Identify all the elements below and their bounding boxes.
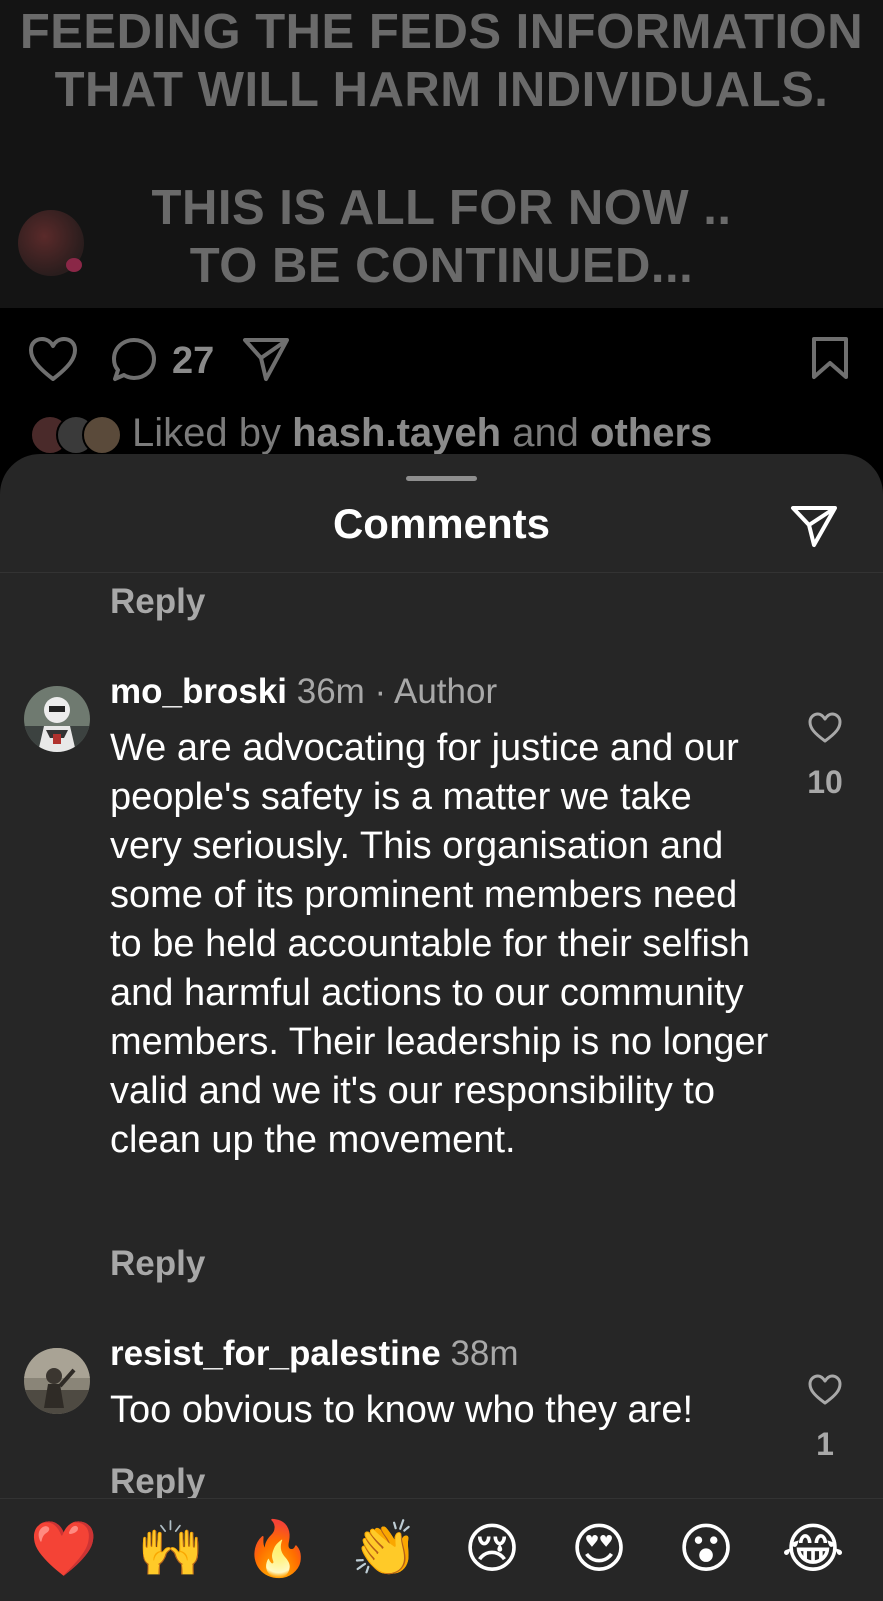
sheet-divider <box>0 572 883 573</box>
emoji-surprised-button[interactable]: 😮 <box>671 1517 741 1581</box>
sheet-grabber-handle[interactable] <box>406 476 477 481</box>
bookmark-icon[interactable] <box>810 336 850 385</box>
comment-like-count: 1 <box>816 1426 834 1462</box>
comment-header: resist_for_palestine 38m <box>110 1334 519 1374</box>
post-text-line-3: THIS IS ALL FOR NOW .. <box>151 181 732 235</box>
liked-by-avatars <box>30 413 126 455</box>
post-text-line-1: FEEDING THE FEDS INFORMATION <box>19 5 864 59</box>
post-text-line-4: TO BE CONTINUED... <box>189 239 694 293</box>
comment-username[interactable]: mo_broski <box>110 672 287 711</box>
liked-by-text: Liked by hash.tayeh and others <box>132 411 712 456</box>
reply-button[interactable]: Reply <box>110 1462 205 1502</box>
comment-meta: 38m <box>440 1334 519 1373</box>
comments-sheet: Comments Reply mo_broski 36m · Author We… <box>0 454 883 1600</box>
reply-button[interactable]: Reply <box>110 582 205 622</box>
sheet-title: Comments <box>332 500 551 547</box>
comment-header: mo_broski 36m · Author <box>110 672 497 712</box>
share-send-icon[interactable] <box>790 504 838 553</box>
post-image: FEEDING THE FEDS INFORMATION THAT WILL H… <box>0 0 883 308</box>
like-heart-icon[interactable] <box>28 336 78 387</box>
liked-by-middle: and <box>501 410 591 455</box>
comment-text: Too obvious to know who they are! <box>110 1389 694 1431</box>
emoji-clap-button[interactable]: 👏 <box>350 1517 420 1581</box>
avatar[interactable] <box>24 1348 90 1414</box>
emoji-heart-eyes-button[interactable]: 😍 <box>564 1517 634 1581</box>
share-send-icon[interactable] <box>242 336 290 387</box>
emoji-laughing-button[interactable]: 😂 <box>778 1517 848 1581</box>
liked-by-row[interactable]: Liked by hash.tayeh and others <box>30 410 712 456</box>
liked-by-user[interactable]: hash.tayeh <box>292 411 501 455</box>
comment-like-heart-icon[interactable] <box>808 712 842 749</box>
comment-meta: 36m · Author <box>287 672 498 711</box>
comment-like-count: 10 <box>807 764 843 800</box>
comment-like-heart-icon[interactable] <box>808 1374 842 1411</box>
post-author-avatar[interactable] <box>18 210 84 276</box>
avatar[interactable] <box>24 686 90 752</box>
emoji-crying-button[interactable]: 😢 <box>457 1517 527 1581</box>
liked-by-others[interactable]: others <box>590 411 712 455</box>
emoji-heart-button[interactable]: ❤️ <box>29 1517 99 1581</box>
emoji-reaction-bar: ❤️ 🙌 🔥 👏 😢 😍 😮 😂 <box>0 1498 883 1601</box>
liked-avatar <box>82 415 122 455</box>
reply-button[interactable]: Reply <box>110 1244 205 1284</box>
comment-username[interactable]: resist_for_palestine <box>110 1334 441 1373</box>
post-action-bar: 27 <box>0 318 883 398</box>
emoji-raised-hands-button[interactable]: 🙌 <box>136 1517 206 1581</box>
comment-count: 27 <box>172 340 215 382</box>
liked-by-prefix: Liked by <box>132 410 293 455</box>
comment-text: We are advocating for justice and our pe… <box>110 727 769 1161</box>
heart-badge-icon <box>66 258 82 272</box>
comment-bubble-icon[interactable] <box>110 336 158 389</box>
post-text-line-2: THAT WILL HARM INDIVIDUALS. <box>54 63 829 117</box>
emoji-fire-button[interactable]: 🔥 <box>243 1517 313 1581</box>
